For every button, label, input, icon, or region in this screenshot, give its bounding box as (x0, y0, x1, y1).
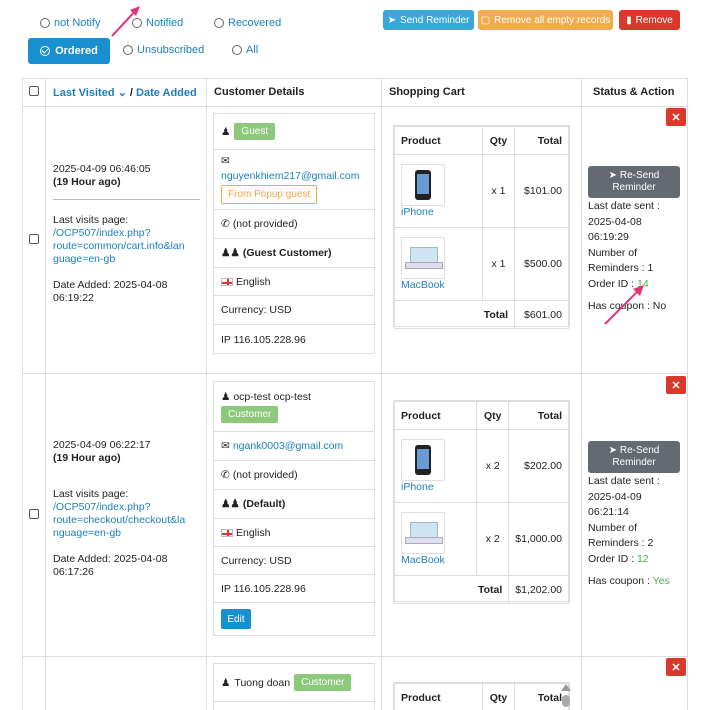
users-icon: ♟♟ (221, 498, 240, 510)
cart-table: Product Qty Total iPhone x 1 $101.00 MacBo… (393, 125, 570, 329)
customer-type-badge: Guest (234, 123, 276, 140)
customer-type-badge: Customer (221, 405, 279, 423)
paper-plane-icon: ➤ (608, 170, 618, 181)
cart-item: iPhone x 1 $101.00 (394, 154, 569, 228)
flag-icon (221, 528, 233, 537)
last-visit-link[interactable]: /OCP507/index.php? route=common/cart.inf… (53, 227, 201, 266)
user-icon: ♟ (221, 125, 231, 138)
close-icon: ✕ (671, 379, 681, 392)
header-status-action: Status & Action (593, 86, 675, 98)
row-checkbox[interactable] (29, 509, 39, 519)
cart-table: Product Qty Total (393, 682, 570, 710)
scroll-up-handle[interactable] (561, 684, 571, 710)
order-id-link[interactable]: 12 (637, 553, 649, 565)
check-circle-icon (40, 46, 51, 56)
delete-row-button[interactable]: ✕ (666, 108, 686, 126)
customer-details-box: ♟ Guest ✉ nguyenkhiem217@gmail.com From P… (213, 113, 375, 354)
source-badge: From Popup guest (221, 185, 318, 204)
radio-icon (214, 18, 224, 28)
users-icon: ♟♟ (221, 247, 240, 259)
row-checkbox[interactable] (29, 234, 39, 244)
cart-item: MacBook x 1 $500.00 (394, 227, 569, 301)
filter-ordered[interactable]: Ordered (28, 38, 110, 64)
delete-row-button[interactable]: ✕ (666, 376, 686, 394)
header-shopping-cart: Shopping Cart (389, 86, 465, 98)
delete-row-button[interactable]: ✕ (666, 658, 686, 676)
filter-recovered[interactable]: Recovered (214, 17, 281, 29)
filter-unsubscribed[interactable]: Unsubscribed (123, 44, 204, 56)
resend-reminder-button[interactable]: ➤ Re-Send Reminder (588, 166, 680, 198)
user-icon: ♟ (221, 676, 231, 689)
phone-icon: ✆ (221, 218, 230, 230)
envelope-icon: ✉ (221, 440, 230, 452)
last-visit-link[interactable]: /OCP507/index.php? route=checkout/checko… (53, 501, 201, 540)
select-all-checkbox[interactable] (29, 86, 39, 96)
iphone-image[interactable] (401, 439, 445, 481)
cart-item: iPhone x 2 $202.00 (393, 429, 569, 503)
radio-icon (40, 18, 50, 28)
customer-details-box: ♟ ocp-test ocp-test Customer ✉ ngank0003@… (213, 381, 375, 636)
product-link[interactable]: MacBook (401, 554, 470, 566)
header-date: Last Visited ⌄ / Date Added (53, 87, 197, 99)
iphone-image[interactable] (401, 164, 445, 206)
send-reminder-button[interactable]: ➤ Send Reminder (383, 10, 474, 30)
status-info: Last date sent : 2025-04-09 06:21:14 Num… (588, 475, 670, 587)
file-icon: ▢ (480, 14, 491, 26)
macbook-image[interactable] (401, 237, 445, 279)
trash-icon: ▮ (626, 14, 632, 26)
resend-reminder-button[interactable]: ➤ Re-Send Reminder (588, 441, 680, 473)
header-customer-details: Customer Details (214, 86, 305, 98)
remove-empty-button[interactable]: ▢ Remove all empty records (478, 10, 613, 30)
close-icon: ✕ (671, 111, 681, 124)
close-icon: ✕ (671, 661, 681, 674)
cart-item: MacBook x 2 $1,000.00 (393, 502, 569, 576)
product-link[interactable]: MacBook (401, 279, 476, 291)
customer-details-box: ♟ Tuong doan Customer (213, 663, 375, 710)
customer-email-link[interactable]: ngank0003@gmail.com (233, 440, 343, 452)
flag-icon (221, 277, 233, 286)
sort-date-added[interactable]: Date Added (136, 87, 197, 99)
phone-icon: ✆ (221, 469, 230, 481)
annotation-arrow-icon (111, 6, 140, 37)
paper-plane-icon: ➤ (387, 14, 396, 26)
product-link[interactable]: iPhone (401, 206, 476, 218)
filter-all[interactable]: All (232, 44, 258, 56)
user-icon: ♟ (221, 390, 231, 403)
macbook-image[interactable] (401, 512, 445, 554)
annotation-arrow-icon (604, 285, 644, 325)
row-visit-info: 2025-04-09 06:22:17 (19 Hour ago) Last v… (53, 439, 201, 579)
radio-icon (123, 45, 133, 55)
product-link[interactable]: iPhone (401, 481, 470, 493)
sort-last-visited[interactable]: Last Visited (53, 87, 115, 99)
sort-down-icon: ⌄ (117, 87, 127, 99)
paper-plane-icon: ➤ (608, 445, 618, 456)
radio-icon (232, 45, 242, 55)
customer-type-badge: Customer (294, 674, 352, 691)
customer-email-link[interactable]: nguyenkhiem217@gmail.com (221, 170, 359, 182)
caret-up-icon (561, 684, 571, 691)
envelope-icon: ✉ (221, 155, 230, 167)
remove-button[interactable]: ▮ Remove (619, 10, 680, 30)
cart-table: Product Qty Total iPhone x 2 $202.00 MacBo… (393, 400, 570, 604)
filter-not-notify[interactable]: not Notify (40, 17, 100, 29)
edit-customer-button[interactable]: Edit (221, 609, 251, 629)
row-visit-info: 2025-04-09 06:46:05 (19 Hour ago) Last v… (53, 163, 201, 305)
